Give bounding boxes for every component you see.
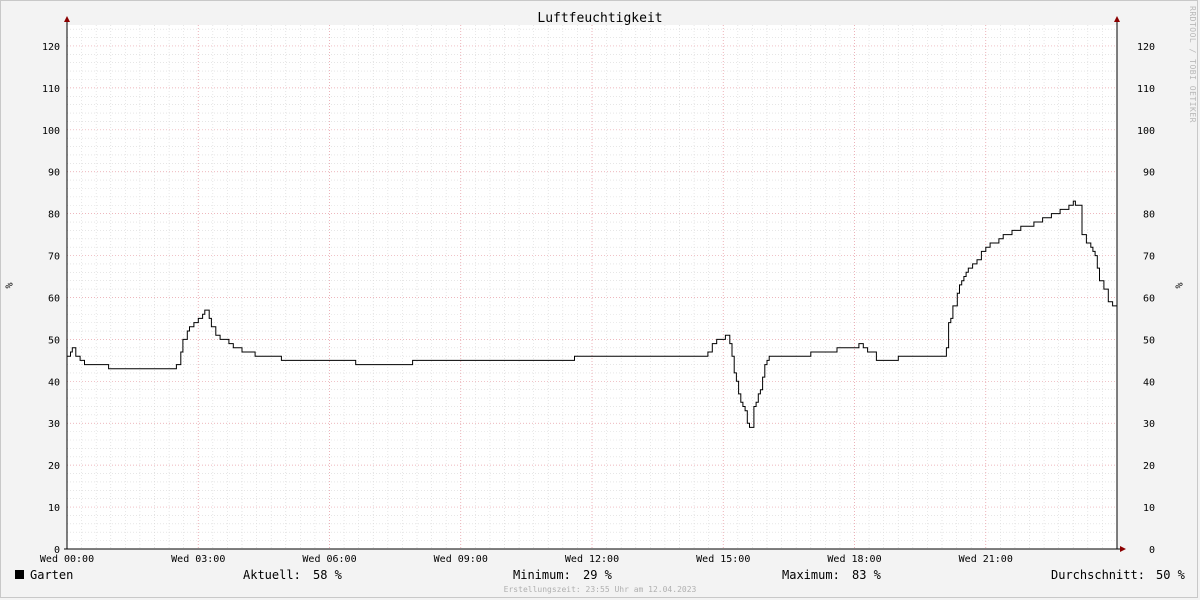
y-tick-label-left: 100	[42, 126, 60, 137]
y-tick-label-left: 30	[48, 419, 60, 430]
y-tick-label-right: 0	[1149, 545, 1155, 556]
x-tick-label: Wed 21:00	[959, 554, 1013, 565]
legend-avg-label: Durchschnitt:	[1051, 568, 1145, 582]
y-tick-label-left: 50	[48, 335, 60, 346]
y-tick-label-right: 70	[1143, 252, 1155, 263]
y-tick-label-right: 10	[1143, 503, 1155, 514]
legend-min-value: 29 %	[583, 568, 612, 582]
x-tick-label: Wed 09:00	[434, 554, 488, 565]
legend-max-label: Maximum:	[782, 568, 840, 582]
y-tick-label-left: 70	[48, 252, 60, 263]
y-tick-label-left: 20	[48, 461, 60, 472]
legend-min-label: Minimum:	[513, 568, 571, 582]
y-tick-label-right: 50	[1143, 335, 1155, 346]
x-axis-arrow	[1120, 546, 1126, 552]
y-tick-label-right: 80	[1143, 210, 1155, 221]
y-tick-label-right: 120	[1137, 42, 1155, 53]
x-tick-label: Wed 15:00	[696, 554, 750, 565]
x-tick-label: Wed 03:00	[171, 554, 225, 565]
y-tick-label-right: 30	[1143, 419, 1155, 430]
creation-timestamp: Erstellungszeit: 23:55 Uhr am 12.04.2023	[503, 585, 697, 594]
x-tick-label: Wed 06:00	[302, 554, 356, 565]
y-tick-label-left: 60	[48, 293, 60, 304]
y-tick-label-right: 100	[1137, 126, 1155, 137]
legend-swatch	[15, 570, 24, 579]
y-tick-label-left: 40	[48, 377, 60, 388]
legend-current-value: 58 %	[313, 568, 342, 582]
y-tick-label-right: 20	[1143, 461, 1155, 472]
y-tick-label-right: 40	[1143, 377, 1155, 388]
legend-bar: Garten Aktuell: 58 % Minimum: 29 % Maxim…	[0, 568, 1200, 584]
y-tick-label-left: 80	[48, 210, 60, 221]
y-tick-label-left: 110	[42, 84, 60, 95]
x-tick-label: Wed 12:00	[565, 554, 619, 565]
y-tick-label-right: 90	[1143, 168, 1155, 179]
y-axis-arrow-left	[64, 16, 70, 22]
y-tick-label-right: 60	[1143, 293, 1155, 304]
x-tick-label: Wed 18:00	[827, 554, 881, 565]
legend-current-label: Aktuell:	[243, 568, 301, 582]
legend-max-value: 83 %	[852, 568, 881, 582]
legend-series-label: Garten	[30, 568, 74, 582]
x-tick-label: Wed 00:00	[40, 554, 94, 565]
legend-avg-value: 50 %	[1156, 568, 1185, 582]
y-tick-label-left: 120	[42, 42, 60, 53]
y-axis-arrow-right	[1114, 16, 1120, 22]
y-tick-label-left: 10	[48, 503, 60, 514]
y-tick-label-right: 110	[1137, 84, 1155, 95]
humidity-chart: 0 010 1020 2030 3040 4050 5060 6070 7080 8090 9010…	[40, 16, 1155, 565]
y-tick-label-left: 90	[48, 168, 60, 179]
